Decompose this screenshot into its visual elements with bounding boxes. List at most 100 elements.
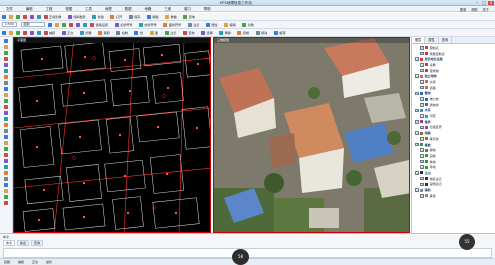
rail-tool-icon-15[interactable] — [4, 129, 8, 133]
cad-view-pane[interactable]: 平面图 — [13, 37, 211, 233]
toolbar-symbols-tool-icon-0[interactable] — [48, 22, 53, 27]
rail-tool-icon-6[interactable] — [4, 75, 8, 79]
toolbar-symbols-tool-icon-4[interactable] — [76, 22, 81, 27]
toolbar-edit-tool-icon-2[interactable] — [15, 30, 20, 35]
rail-tool-icon-7[interactable] — [4, 81, 8, 85]
toolbar-main-item-1[interactable]: 倾斜摄影 — [73, 14, 85, 19]
toolbar-edit-tool-icon-0[interactable] — [1, 30, 6, 35]
toolbar-main-tool-icon-4[interactable] — [29, 14, 34, 19]
toolbar-main-item-6[interactable]: 重做 — [171, 14, 177, 19]
menu-item-0[interactable]: 文件 — [6, 6, 13, 11]
oblique-3d-pane[interactable]: 三维模型 — [213, 37, 410, 233]
command-tab-0[interactable]: 命令 — [3, 240, 16, 246]
layer-tab-2[interactable]: 查询 — [439, 37, 453, 43]
menu-item-2[interactable]: 工程 — [46, 6, 53, 11]
menu-item-6[interactable]: 数据 — [125, 6, 132, 11]
layer-combo[interactable]: 图层 — [20, 22, 45, 27]
layer-visibility-checkbox[interactable] — [415, 142, 419, 147]
rail-tool-icon-16[interactable] — [4, 135, 8, 139]
toolbar-edit-item-10[interactable]: 删除 — [225, 30, 231, 35]
toolbar-main-item-4[interactable]: 保存 — [134, 14, 140, 19]
layer-visibility-checkbox[interactable] — [420, 182, 424, 187]
toolbar-main-item-3[interactable]: 打开 — [116, 14, 122, 19]
layer-visibility-checkbox[interactable] — [420, 46, 424, 50]
toolbar-edit-item-12[interactable]: 移动 — [261, 30, 267, 35]
menu-item-7[interactable]: 地籍 — [144, 6, 151, 11]
layer-visibility-checkbox[interactable] — [415, 171, 419, 175]
layer-visibility-checkbox[interactable] — [420, 148, 424, 152]
rail-tool-icon-11[interactable] — [4, 105, 8, 109]
layer-visibility-checkbox[interactable] — [420, 137, 424, 141]
close-icon[interactable]: × — [488, 0, 494, 5]
rail-tool-icon-0[interactable] — [4, 39, 8, 43]
layer-visibility-checkbox[interactable] — [415, 108, 419, 113]
toolbar-edit-tool-icon-4[interactable] — [29, 30, 34, 35]
toolbar-symbols-tool-icon-2[interactable] — [62, 22, 67, 27]
layer-tab-1[interactable]: 属性 — [425, 37, 439, 43]
toolbar-main-item-7[interactable]: 查询 — [189, 14, 195, 19]
layer-visibility-checkbox[interactable] — [420, 80, 424, 84]
menu-right-item-2[interactable]: 关于 — [483, 7, 489, 12]
toolbar-symbols-item-7[interactable]: 对象 — [248, 22, 254, 27]
layer-visibility-checkbox[interactable] — [420, 85, 424, 90]
status-item-3[interactable]: 坐标 — [46, 260, 52, 264]
scale-combo[interactable]: 1:500 — [2, 22, 17, 27]
toolbar-main-item-5[interactable]: 撤销 — [152, 14, 158, 19]
toolbar-symbols-tool-icon-1[interactable] — [55, 22, 60, 27]
toolbar-edit-item-5[interactable]: 线 — [140, 30, 143, 35]
toolbar-edit-item-1[interactable]: 正交 — [67, 30, 73, 35]
layer-visibility-checkbox[interactable] — [420, 102, 424, 107]
toolbar-edit-item-8[interactable]: 查询 — [188, 30, 194, 35]
toolbar-edit-item-11[interactable]: 复制 — [243, 30, 249, 35]
rail-tool-icon-17[interactable] — [4, 141, 8, 145]
menu-item-3[interactable]: 视图 — [65, 6, 72, 11]
layer-visibility-checkbox[interactable] — [420, 97, 424, 101]
status-item-0[interactable]: 就绪 — [4, 260, 10, 264]
layer-visibility-checkbox[interactable] — [420, 51, 424, 56]
rail-tool-icon-14[interactable] — [4, 123, 8, 127]
rail-tool-icon-23[interactable] — [4, 177, 8, 181]
toolbar-edit-item-0[interactable]: 捕捉 — [49, 30, 55, 35]
rail-tool-icon-25[interactable] — [4, 189, 8, 193]
toolbar-symbols-item-3[interactable]: 面状符号 — [169, 22, 181, 27]
layer-tab-0[interactable]: 图层 — [412, 37, 426, 43]
toolbar-symbols-item-5[interactable]: 属性 — [211, 22, 217, 27]
toolbar-edit-item-3[interactable]: 裁剪 — [104, 30, 110, 35]
layer-visibility-checkbox[interactable] — [420, 193, 424, 198]
toolbar-edit-item-7[interactable]: 注记 — [170, 30, 176, 35]
layer-visibility-checkbox[interactable] — [415, 119, 419, 124]
menu-right-item-0[interactable]: 登录 — [460, 7, 466, 12]
rail-tool-icon-5[interactable] — [4, 69, 8, 73]
rail-tool-icon-4[interactable] — [4, 63, 8, 67]
toolbar-edit-item-4[interactable]: 绘制 — [122, 30, 128, 35]
layer-visibility-checkbox[interactable] — [415, 131, 419, 135]
layer-visibility-checkbox[interactable] — [420, 125, 424, 130]
rail-tool-icon-26[interactable] — [4, 195, 8, 199]
toolbar-edit-item-6[interactable]: 面 — [155, 30, 158, 35]
layer-visibility-checkbox[interactable] — [415, 91, 419, 96]
rail-tool-icon-10[interactable] — [4, 99, 8, 103]
rail-tool-icon-27[interactable] — [4, 201, 8, 205]
status-item-1[interactable]: 捕捉 — [18, 260, 24, 264]
toolbar-symbols-item-2[interactable]: 线状符号 — [144, 22, 156, 27]
toolbar-symbols-item-4[interactable]: 注记 — [193, 22, 199, 27]
rail-tool-icon-2[interactable] — [4, 51, 8, 55]
toolbar-main-tool-icon-1[interactable] — [8, 14, 13, 19]
toolbar-edit-tool-icon-3[interactable] — [22, 30, 27, 35]
rail-tool-icon-8[interactable] — [4, 87, 8, 91]
layer-row[interactable]: 其他 — [414, 193, 493, 199]
rail-tool-icon-9[interactable] — [4, 93, 8, 97]
command-tab-1[interactable]: 输出 — [17, 240, 30, 246]
rail-tool-icon-22[interactable] — [4, 171, 8, 175]
rail-tool-icon-20[interactable] — [4, 159, 8, 163]
toolbar-main-item-0[interactable]: 正射影像 — [49, 14, 61, 19]
toolbar-symbols-tool-icon-3[interactable] — [69, 22, 74, 27]
layer-visibility-checkbox[interactable] — [420, 165, 424, 169]
rail-tool-icon-18[interactable] — [4, 147, 8, 151]
rail-tool-icon-19[interactable] — [4, 153, 8, 157]
toolbar-symbols-item-1[interactable]: 点状符号 — [120, 22, 132, 27]
layer-visibility-checkbox[interactable] — [420, 114, 424, 118]
layer-visibility-checkbox[interactable] — [415, 57, 419, 61]
toolbar-main-tool-icon-3[interactable] — [22, 14, 27, 19]
layer-visibility-checkbox[interactable] — [420, 68, 424, 73]
